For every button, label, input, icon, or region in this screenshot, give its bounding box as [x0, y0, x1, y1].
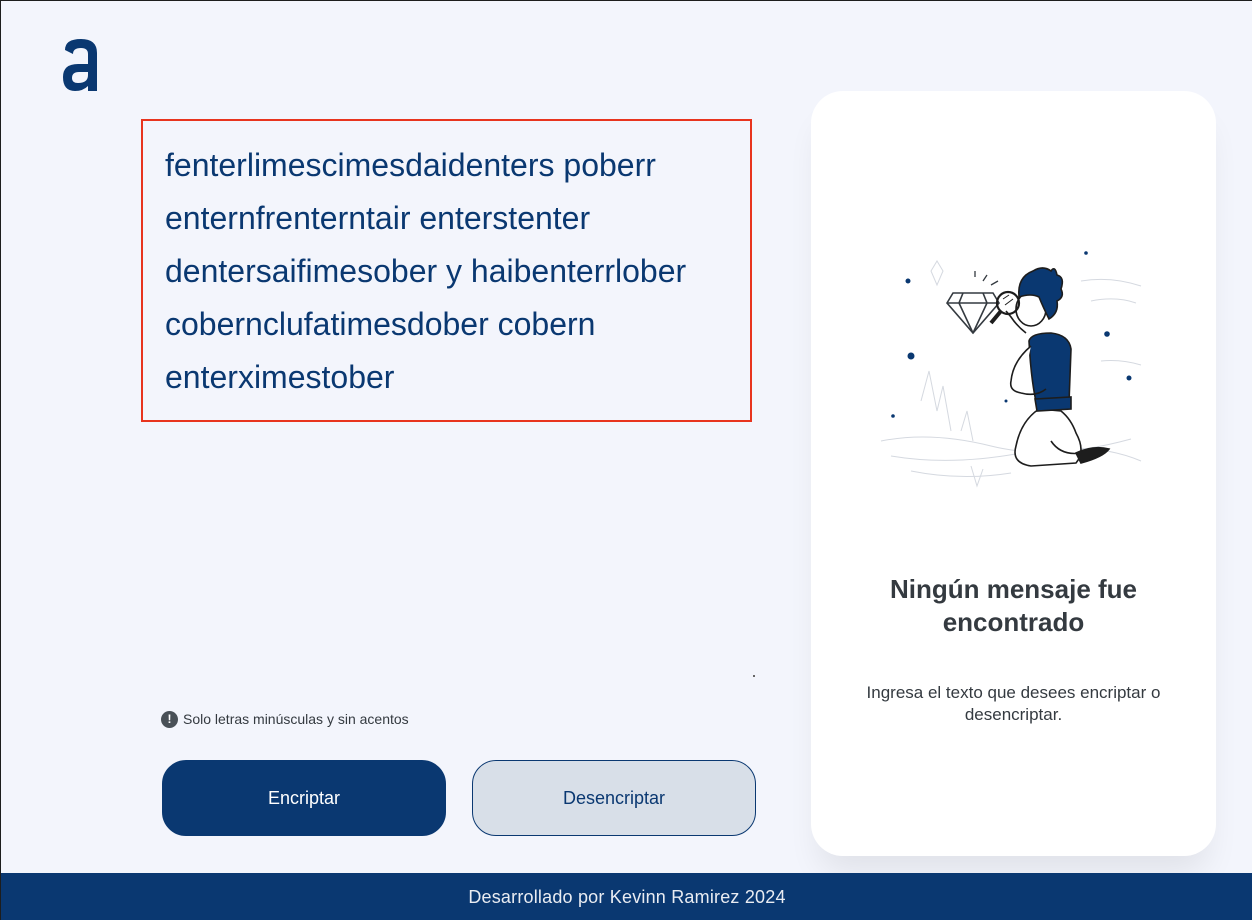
empty-state-title: Ningún mensaje fue encontrado: [889, 574, 1138, 637]
output-panel: Ningún mensaje fue encontrado Ingresa el…: [811, 91, 1216, 856]
decrypt-button[interactable]: Desencriptar: [472, 760, 756, 836]
page-footer: Desarrollado por Kevinn Ramirez 2024: [1, 873, 1252, 920]
exclamation-circle-icon: !: [161, 710, 178, 728]
footer-credit: Desarrollado por Kevinn Ramirez 2024: [468, 886, 786, 907]
empty-state-description: Ingresa el texto que desees encriptar o …: [866, 683, 1161, 724]
stray-dot: [753, 675, 755, 677]
alura-logo-icon[interactable]: [61, 37, 103, 93]
person-with-magnifying-glass-illustration: [880, 251, 1142, 488]
input-hint: ! Solo letras minúsculas y sin acentos: [161, 709, 409, 729]
encrypt-button[interactable]: Encriptar: [162, 760, 446, 836]
input-hint-text: Solo letras minúsculas y sin acentos: [183, 711, 409, 727]
message-input[interactable]: fenterlimescimesdaidenters poberr entern…: [141, 119, 752, 422]
